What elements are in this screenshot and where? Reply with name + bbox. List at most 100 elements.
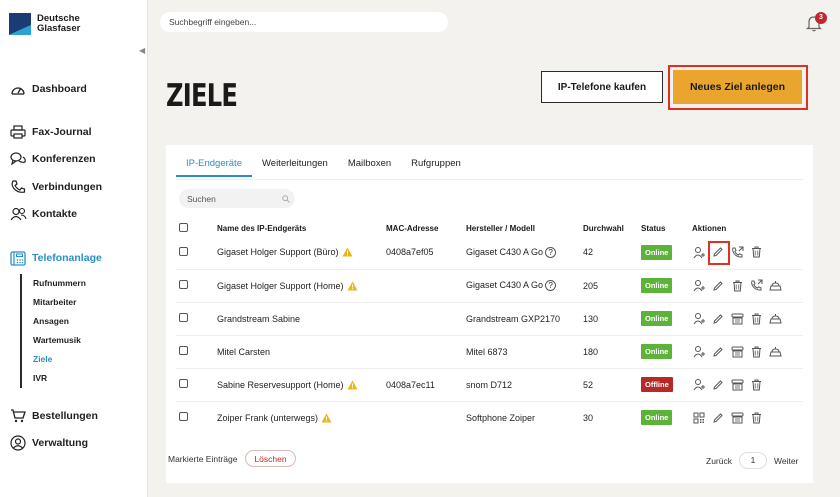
col-header-mac[interactable]: MAC-Adresse [386, 220, 466, 236]
sidebar-subitem-ziele[interactable]: Ziele [33, 350, 86, 369]
sidebar-item-fax-journal[interactable]: Fax-Journal [9, 123, 92, 141]
assign-user-icon[interactable] [692, 245, 706, 259]
row-checkbox[interactable] [179, 246, 188, 256]
sidebar-item-label: Telefonanlage [32, 252, 102, 264]
sidebar-item-kontakte[interactable]: Kontakte [9, 205, 77, 223]
extension: 130 [583, 301, 641, 335]
marked-entries-label: Markierte Einträge [168, 453, 238, 464]
sidebar-subitem-mitarbeiter[interactable]: Mitarbeiter [33, 293, 86, 312]
tab-rufgruppen[interactable]: Rufgruppen [401, 158, 471, 177]
status-badge: Online [641, 244, 673, 260]
targets-card: IP-Endgeräte Weiterleitungen Mailboxen R… [166, 145, 813, 483]
trash-icon[interactable] [730, 279, 744, 293]
row-checkbox[interactable] [179, 313, 188, 322]
extension: 52 [583, 367, 641, 401]
device-name: Gigaset Holger Support (Home) [217, 280, 344, 291]
assign-user-icon[interactable] [692, 345, 706, 359]
device-model: Mitel 6873 [466, 346, 508, 357]
desk-phone-icon[interactable] [768, 279, 782, 293]
sidebar-item-label: Bestellungen [32, 410, 98, 422]
sidebar-subitem-rufnummern[interactable]: Rufnummern [33, 274, 86, 293]
help-icon[interactable]: ? [545, 246, 557, 258]
sidebar-item-konferenzen[interactable]: Konferenzen [9, 150, 96, 168]
collapse-sidebar-icon[interactable]: ◀ [139, 46, 145, 55]
col-header-name[interactable]: Name des IP-Endgeräts [217, 220, 386, 236]
trash-icon[interactable] [749, 411, 763, 425]
row-checkbox[interactable] [179, 379, 188, 388]
sidebar-item-bestellungen[interactable]: Bestellungen [9, 407, 98, 425]
edit-pencil-icon[interactable] [711, 411, 725, 425]
sidebar-item-label: Konferenzen [32, 153, 96, 165]
phone-config-icon[interactable] [730, 411, 744, 425]
notification-badge: 3 [815, 12, 827, 24]
device-model: Softphone Zoiper [466, 412, 536, 423]
edit-pencil-icon[interactable] [711, 312, 725, 326]
row-checkbox[interactable] [179, 280, 188, 289]
desk-phone-icon[interactable] [768, 312, 782, 326]
assign-user-icon[interactable] [692, 279, 706, 293]
col-header-model[interactable]: Hersteller / Modell [466, 220, 583, 236]
trash-icon[interactable] [749, 312, 763, 326]
sidebar-item-verwaltung[interactable]: Verwaltung [9, 434, 88, 452]
delete-selected-button[interactable]: Löschen [245, 450, 296, 467]
phone-config-icon[interactable] [730, 345, 744, 359]
device-model: Gigaset C430 A Go [466, 246, 544, 257]
col-header-status[interactable]: Status [641, 220, 692, 236]
telefonanlage-submenu: Rufnummern Mitarbeiter Ansagen Wartemusi… [20, 274, 86, 388]
sidebar-item-verbindungen[interactable]: Verbindungen [9, 178, 102, 196]
table-search-input[interactable] [179, 189, 295, 208]
device-name: Zoiper Frank (unterwegs) [217, 412, 319, 423]
device-model: Grandstream GXP2170 [466, 313, 561, 324]
global-search-input[interactable] [160, 12, 448, 32]
sidebar-item-label: Verwaltung [32, 437, 89, 449]
tab-weiterleitungen[interactable]: Weiterleitungen [252, 158, 338, 177]
table-row: Grandstream Sabine Grandstream GXP2170 1… [176, 301, 803, 335]
table-header-row: Name des IP-Endgeräts MAC-Adresse Herste… [176, 220, 803, 236]
row-checkbox[interactable] [179, 346, 188, 355]
assign-user-icon[interactable] [692, 312, 706, 326]
tab-mailboxen[interactable]: Mailboxen [338, 158, 401, 177]
assign-user-icon[interactable] [692, 378, 706, 392]
brand-logo[interactable]: Deutsche Glasfaser [9, 13, 80, 35]
phone-config-icon[interactable] [730, 378, 744, 392]
sidebar-item-telefonanlage[interactable]: Telefonanlage [9, 249, 102, 267]
sidebar-subitem-ivr[interactable]: IVR [33, 369, 86, 388]
col-header-extension[interactable]: Durchwahl [583, 220, 641, 236]
new-target-button[interactable]: Neues Ziel anlegen [673, 70, 802, 104]
extension: 205 [583, 268, 641, 302]
device-name: Grandstream Sabine [217, 313, 301, 324]
trash-icon[interactable] [749, 245, 763, 259]
phone-config-icon[interactable] [730, 312, 744, 326]
select-all-checkbox[interactable] [179, 222, 188, 232]
row-checkbox[interactable] [179, 412, 188, 422]
trash-icon[interactable] [749, 378, 763, 392]
sidebar-item-dashboard[interactable]: Dashboard [9, 80, 87, 98]
buy-ip-phones-button[interactable]: IP-Telefone kaufen [541, 71, 663, 103]
tab-ip-endgeraete[interactable]: IP-Endgeräte [176, 158, 252, 177]
search-icon [282, 195, 290, 203]
sidebar-subitem-ansagen[interactable]: Ansagen [33, 312, 86, 331]
status-badge: Online [641, 410, 673, 426]
pagination-next[interactable]: Weiter [774, 456, 798, 466]
table-row: Sabine Reservesupport (Home) 0408a7ec11 … [176, 367, 803, 401]
pagination-current-page[interactable]: 1 [738, 452, 767, 469]
qr-code-icon[interactable] [692, 411, 706, 425]
edit-pencil-icon[interactable] [711, 345, 725, 359]
warning-icon [347, 380, 358, 389]
trash-icon[interactable] [749, 345, 763, 359]
edit-pencil-icon[interactable] [711, 279, 725, 293]
sidebar-subitem-wartemusik[interactable]: Wartemusik [33, 331, 86, 350]
desk-phone-icon[interactable] [768, 345, 782, 359]
mac-address [386, 400, 466, 434]
edit-pencil-icon[interactable] [708, 241, 730, 266]
call-forward-icon[interactable] [730, 245, 744, 259]
top-bar: 3 [148, 0, 840, 45]
help-icon[interactable]: ? [545, 280, 557, 291]
pagination-back[interactable]: Zurück [706, 456, 732, 466]
bulk-actions: Markierte Einträge Löschen [168, 450, 296, 467]
mac-address: 0408a7ec11 [386, 367, 466, 401]
warning-icon [321, 413, 332, 423]
table-row: Gigaset Holger Support (Büro) 0408a7ef05… [176, 236, 803, 269]
edit-pencil-icon[interactable] [711, 378, 725, 392]
call-forward-icon[interactable] [749, 279, 763, 293]
